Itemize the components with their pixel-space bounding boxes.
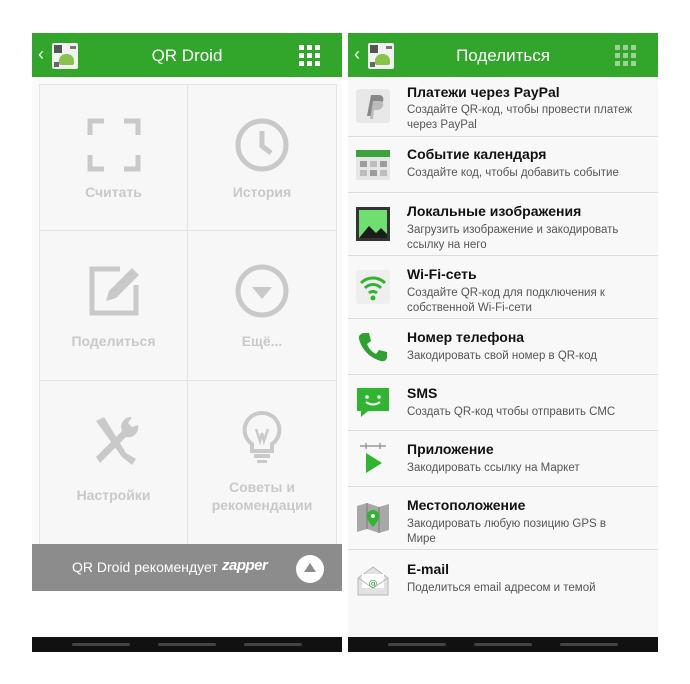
list-item-email[interactable]: @ E-mail Поделиться email адресом и темо… <box>348 550 658 637</box>
action-bar: ‹ Поделиться <box>348 33 658 77</box>
item-subtitle-line2: собственной Wi-Fi-сети <box>407 302 532 314</box>
calendar-icon <box>356 150 390 180</box>
item-subtitle-line1: Создайте QR-код для подключения к <box>407 287 605 299</box>
promo-banner[interactable]: QR Droid рекомендует zapper <box>32 544 342 591</box>
list-item-sms[interactable]: SMS Создать QR-код чтобы отправить СМС <box>348 375 658 431</box>
nav-handle[interactable] <box>560 643 618 646</box>
grid-menu-icon[interactable] <box>299 45 320 66</box>
tile-more[interactable]: Ещё... <box>188 231 336 381</box>
chevron-down-circle-icon <box>235 264 289 318</box>
scan-frame-icon <box>87 118 140 172</box>
lightbulb-icon <box>242 410 282 463</box>
item-title: Локальные изображения <box>407 203 582 219</box>
nav-handle[interactable] <box>388 643 446 646</box>
list-item-calendar[interactable]: Событие календаря Создайте код, чтобы до… <box>348 137 658 193</box>
item-title: Местоположение <box>407 497 526 513</box>
nav-handle[interactable] <box>474 643 532 646</box>
tile-label-line1: Советы и <box>229 479 295 495</box>
tile-label: Ещё... <box>241 333 283 349</box>
list-item-location[interactable]: Местоположение Закодировать любую позици… <box>348 487 658 550</box>
chevron-up-icon[interactable] <box>296 555 324 583</box>
edit-icon <box>89 266 139 316</box>
system-nav-bar <box>32 637 342 652</box>
phone-icon <box>358 333 387 362</box>
empty-area <box>32 591 342 637</box>
item-subtitle-line1: Закодировать любую позицию GPS в <box>407 518 606 530</box>
item-subtitle-line1: Закодировать свой номер в QR-код <box>407 350 597 362</box>
system-nav-bar <box>348 637 658 652</box>
phone-right: ‹ Поделиться Платежи через PayPal Создай… <box>348 33 658 652</box>
paypal-icon <box>356 89 390 123</box>
tile-label-line2: рекомендации <box>211 497 313 513</box>
promo-brand-logo: zapper <box>222 557 268 574</box>
item-subtitle-line1: Создайте QR-код, чтобы провести платеж <box>407 104 633 116</box>
list-item-phone-number[interactable]: Номер телефона Закодировать свой номер в… <box>348 319 658 375</box>
list-item-local-images[interactable]: Локальные изображения Загрузить изображе… <box>348 193 658 256</box>
list-item-application[interactable]: Приложение Закодировать ссылку на Маркет <box>348 431 658 487</box>
home-screen: ‹ QR Droid Считать История Поделиться Ещ… <box>32 33 342 637</box>
list-item-wifi[interactable]: Wi-Fi-сеть Создайте QR-код для подключен… <box>348 256 658 319</box>
tile-label: Считать <box>85 184 142 200</box>
item-title: Wi-Fi-сеть <box>407 266 477 282</box>
play-market-icon <box>360 443 386 473</box>
grid-menu-icon[interactable] <box>615 45 636 66</box>
clock-icon <box>235 118 289 172</box>
item-subtitle-line2: через PayPal <box>407 119 477 131</box>
share-screen: ‹ Поделиться Платежи через PayPal Создай… <box>348 33 658 637</box>
item-title: Платежи через PayPal <box>407 84 560 100</box>
tile-tips[interactable]: Советы и рекомендации <box>188 381 336 545</box>
tile-history[interactable]: История <box>188 85 336 231</box>
share-options-list: Платежи через PayPal Создайте QR-код, чт… <box>348 77 658 637</box>
tile-scan[interactable]: Считать <box>40 85 188 231</box>
dashboard-grid: Считать История Поделиться Ещё... Настро… <box>39 84 337 546</box>
sms-icon <box>357 388 389 417</box>
map-location-icon <box>357 503 389 533</box>
item-subtitle-line1: Поделиться email адресом и темой <box>407 582 596 594</box>
action-bar: ‹ QR Droid <box>32 33 342 77</box>
nav-handle[interactable] <box>158 643 216 646</box>
tile-label: Настройки <box>76 487 151 503</box>
list-item-paypal[interactable]: Платежи через PayPal Создайте QR-код, чт… <box>348 77 658 137</box>
promo-text: QR Droid рекомендует <box>72 559 218 575</box>
nav-handle[interactable] <box>72 643 130 646</box>
item-subtitle-line1: Закодировать ссылку на Маркет <box>407 462 580 474</box>
item-subtitle-line1: Загрузить изображение и закодировать <box>407 224 619 236</box>
item-title: Приложение <box>407 441 494 457</box>
svg-text:@: @ <box>369 579 378 589</box>
item-title: Номер телефона <box>407 329 525 345</box>
tile-settings[interactable]: Настройки <box>40 381 188 545</box>
item-title: SMS <box>407 385 438 401</box>
tile-label: История <box>232 184 292 200</box>
tile-label: Поделиться <box>71 333 156 349</box>
item-title: Событие календаря <box>407 146 547 162</box>
tools-icon <box>95 416 138 465</box>
item-subtitle-line1: Создать QR-код чтобы отправить СМС <box>407 406 616 418</box>
page-title: Поделиться <box>456 46 550 65</box>
item-subtitle-line2: Мире <box>407 533 436 545</box>
item-subtitle-line2: ссылку на него <box>407 239 487 251</box>
page-title: QR Droid <box>151 46 223 65</box>
item-subtitle-line1: Создайте код, чтобы добавить событие <box>407 167 619 179</box>
tile-share[interactable]: Поделиться <box>40 231 188 381</box>
item-title: E-mail <box>407 561 450 577</box>
nav-handle[interactable] <box>244 643 302 646</box>
image-icon <box>356 207 390 241</box>
phone-left: ‹ QR Droid Считать История Поделиться Ещ… <box>32 33 342 652</box>
wifi-icon <box>356 270 390 304</box>
email-icon: @ <box>357 566 389 596</box>
